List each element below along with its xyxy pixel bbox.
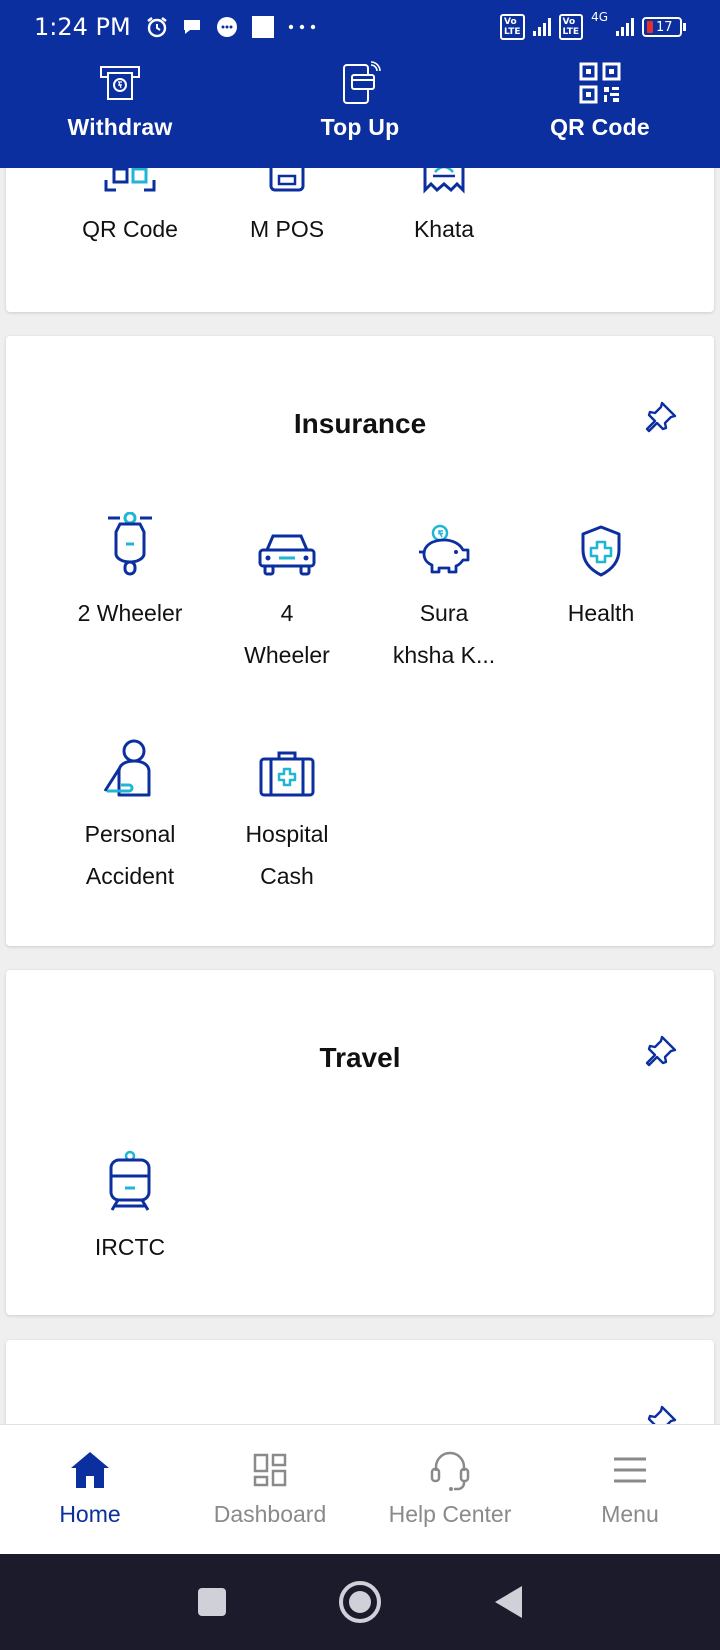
travel-card: Travel IRCTC (6, 970, 714, 1315)
tile-label-line1: Personal (84, 821, 176, 847)
tile-label-line2: Wheeler (244, 642, 330, 668)
tile-label-line1: 4 (280, 600, 294, 626)
tile-mpos[interactable]: M POS (212, 168, 362, 250)
nav-label: Help Center (388, 1501, 512, 1527)
chat-bubble-icon (183, 20, 200, 34)
tile-label-line1: Sura (419, 600, 469, 626)
insurance-card: Insurance 2 Wheeler 4 Wheeler Sura khsha K… (6, 336, 714, 946)
pin-icon[interactable] (644, 1404, 678, 1424)
insurance-title: Insurance (293, 408, 427, 439)
square-notification-icon (251, 16, 274, 38)
system-nav-bar (0, 1554, 720, 1650)
tile-label-line1: Hospital (245, 821, 329, 847)
tile-label: M POS (249, 216, 325, 242)
tile-label-line2: khsha K... (392, 642, 496, 668)
battery-level: 17 (656, 19, 673, 35)
qr-scan-icon (104, 168, 156, 192)
nav-menu[interactable]: Menu (540, 1425, 720, 1554)
tile-label-line1: Health (567, 600, 635, 626)
topup-label: Top Up (320, 114, 400, 140)
next-card (6, 1340, 714, 1424)
quick-actions: Withdraw Top Up QR Code (0, 60, 720, 141)
volte-icon: Vo LTE (499, 14, 525, 40)
piggy-bank-icon (419, 524, 470, 574)
withdraw-label: Withdraw (67, 114, 173, 140)
network-type: 4G (591, 10, 608, 24)
mpos-icon (269, 168, 305, 192)
tile-label: Khata (413, 216, 475, 242)
content-scroll[interactable]: QR Code M POS Khata Insurance 2 Wheeler (0, 168, 720, 1424)
payments-card: QR Code M POS Khata (6, 168, 714, 312)
messenger-icon (216, 17, 237, 37)
nav-dashboard[interactable]: Dashboard (180, 1425, 360, 1554)
back-button[interactable] (492, 1584, 524, 1620)
nav-label: Menu (601, 1501, 659, 1527)
tile-khata[interactable]: Khata (369, 168, 519, 250)
signal-icon (532, 18, 551, 36)
tile-qr-code[interactable]: QR Code (55, 168, 205, 250)
volte-icon-2: Vo LTE (558, 14, 584, 40)
status-bar: 1:24 PM Vo LTE Vo LTE 4G 17 (0, 0, 720, 54)
signal-icon-2 (616, 18, 634, 36)
hospital-kit-icon (259, 751, 315, 797)
pin-icon[interactable] (644, 400, 678, 434)
tile-suraksha[interactable]: Sura khsha K... (369, 512, 519, 676)
withdraw-icon (100, 66, 140, 100)
tile-2-wheeler[interactable]: 2 Wheeler (55, 512, 205, 634)
headset-icon (430, 1451, 470, 1491)
withdraw-button[interactable]: Withdraw (0, 60, 240, 141)
train-icon (109, 1150, 151, 1211)
tile-label-line1: 2 Wheeler (77, 600, 183, 626)
tile-label-line2: Accident (85, 863, 175, 889)
home-icon (71, 1452, 109, 1488)
qr-code-icon (579, 62, 621, 104)
personal-accident-icon (103, 739, 151, 797)
topup-button[interactable]: Top Up (240, 60, 480, 141)
battery-icon: 17 (642, 17, 686, 37)
scooter-icon (108, 512, 152, 576)
topup-icon (343, 61, 381, 104)
bottom-nav: Home Dashboard Help Center Menu (0, 1424, 720, 1554)
tile-label: IRCTC (94, 1234, 166, 1260)
menu-icon (614, 1457, 646, 1483)
khata-icon (423, 168, 465, 194)
alarm-icon (146, 17, 167, 38)
car-icon (258, 534, 316, 576)
nav-help-center[interactable]: Help Center (360, 1425, 540, 1554)
qr-code-header-button[interactable]: QR Code (480, 60, 720, 141)
tile-hospital-cash[interactable]: Hospital Cash (212, 733, 362, 897)
tile-4-wheeler[interactable]: 4 Wheeler (212, 512, 362, 676)
travel-title: Travel (319, 1042, 401, 1073)
nav-label: Dashboard (213, 1501, 327, 1527)
health-shield-icon (581, 525, 621, 577)
more-dots-icon (288, 24, 315, 30)
tile-label: QR Code (82, 216, 178, 242)
dashboard-icon (253, 1453, 287, 1487)
status-time: 1:24 PM (34, 13, 131, 41)
app-header: 1:24 PM Vo LTE Vo LTE 4G 17 Withdraw Top… (0, 0, 720, 168)
tile-health[interactable]: Health (526, 512, 676, 634)
nav-label: Home (59, 1501, 121, 1527)
tile-personal-accident[interactable]: Personal Accident (55, 733, 205, 897)
nav-home[interactable]: Home (0, 1425, 180, 1554)
home-system-button[interactable] (338, 1580, 382, 1624)
pin-icon[interactable] (644, 1034, 678, 1068)
tile-irctc[interactable]: IRCTC (55, 1146, 205, 1268)
tile-label-line2: Cash (260, 863, 314, 889)
qr-code-header-label: QR Code (550, 114, 650, 140)
recents-button[interactable] (196, 1586, 228, 1618)
